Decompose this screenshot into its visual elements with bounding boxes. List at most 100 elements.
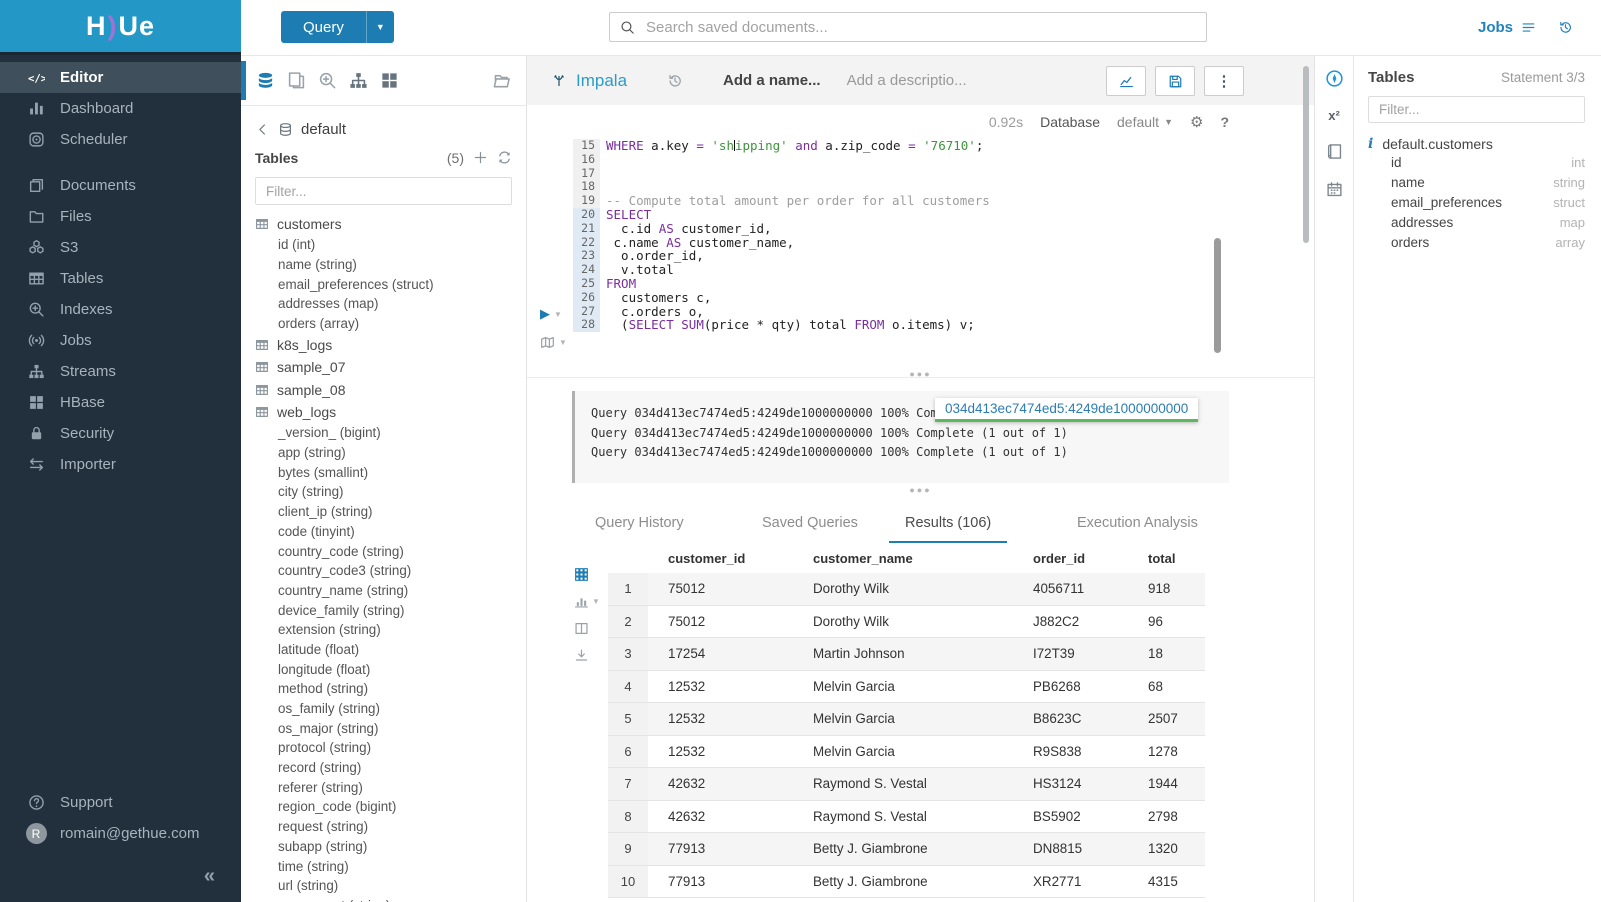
assist-column[interactable]: country_name (string) xyxy=(255,581,512,601)
right-panel-filter[interactable] xyxy=(1368,96,1585,123)
code-scrollbar[interactable] xyxy=(1214,238,1221,353)
compass-icon[interactable] xyxy=(1325,69,1344,88)
sidebar-item-editor[interactable]: </>Editor xyxy=(0,62,241,93)
results-header-total[interactable]: total xyxy=(1128,543,1205,573)
sidebar-item-tables[interactable]: Tables xyxy=(0,263,241,294)
assist-table-web_logs[interactable]: web_logs xyxy=(255,401,512,423)
assist-column[interactable]: url (string) xyxy=(255,876,512,896)
global-search[interactable] xyxy=(609,12,1207,42)
query-history-icon[interactable] xyxy=(667,73,683,89)
assist-column[interactable]: bytes (smallint) xyxy=(255,463,512,483)
assist-column[interactable]: code (tinyint) xyxy=(255,522,512,542)
results-header-customer_name[interactable]: customer_name xyxy=(793,543,1013,573)
caret-down-icon[interactable]: ▼ xyxy=(559,338,567,347)
query-dropdown-caret[interactable]: ▼ xyxy=(366,11,394,43)
assist-column[interactable]: protocol (string) xyxy=(255,738,512,758)
sidebar-item-dashboard[interactable]: Dashboard xyxy=(0,93,241,124)
sidebar-item-security[interactable]: Security xyxy=(0,418,241,449)
sitemap-icon[interactable] xyxy=(349,71,368,90)
jobs-link[interactable]: Jobs xyxy=(1478,19,1536,36)
assist-column[interactable]: subapp (string) xyxy=(255,837,512,857)
language-reference-book-icon[interactable] xyxy=(1326,143,1343,160)
assist-column[interactable]: id (int) xyxy=(255,235,512,255)
save-button[interactable] xyxy=(1155,66,1195,96)
sidebar-item-files[interactable]: Files xyxy=(0,201,241,232)
assist-column[interactable]: city (string) xyxy=(255,482,512,502)
database-select[interactable]: default▼ xyxy=(1117,114,1173,130)
assist-table-k8s_logs[interactable]: k8s_logs xyxy=(255,334,512,356)
apps-grid-icon[interactable] xyxy=(380,71,399,90)
caret-down-icon[interactable]: ▼ xyxy=(592,597,600,606)
assist-column[interactable]: user_agent (string) xyxy=(255,896,512,902)
assist-column[interactable]: latitude (float) xyxy=(255,640,512,660)
right-column-addresses[interactable]: addressesmap xyxy=(1368,213,1585,233)
right-column-name[interactable]: namestring xyxy=(1368,172,1585,192)
assist-table-sample_07[interactable]: sample_07 xyxy=(255,356,512,378)
right-column-id[interactable]: idint xyxy=(1368,152,1585,172)
resize-handle[interactable]: ●●● xyxy=(909,485,931,495)
resize-handle[interactable]: ●●● xyxy=(909,369,931,379)
settings-gear-icon[interactable]: ⚙ xyxy=(1190,113,1203,131)
query-name-field[interactable]: Add a name... xyxy=(723,72,821,89)
right-panel-filter-input[interactable] xyxy=(1377,101,1576,118)
query-button[interactable]: Query ▼ xyxy=(281,11,394,43)
sidebar-item-documents[interactable]: Documents xyxy=(0,170,241,201)
assist-column[interactable]: device_family (string) xyxy=(255,601,512,621)
assist-column[interactable]: request (string) xyxy=(255,817,512,837)
query-id-tooltip[interactable]: 034d413ec7474ed5:4249de1000000000 xyxy=(935,398,1198,422)
tab-query-history[interactable]: Query History xyxy=(579,509,700,541)
search-plus-icon[interactable] xyxy=(318,71,337,90)
assist-column[interactable]: record (string) xyxy=(255,758,512,778)
assist-column[interactable]: referer (string) xyxy=(255,778,512,798)
execute-button[interactable]: ▶ ▼ xyxy=(540,306,562,322)
engine-selector[interactable]: Impala xyxy=(551,71,627,91)
code-editor[interactable]: ▶ ▼ ▼ 1516171819202122232425262728 WHERE… xyxy=(527,139,1300,332)
functions-superscript-icon[interactable]: x² xyxy=(1328,109,1340,122)
assist-column[interactable]: addresses (map) xyxy=(255,294,512,314)
search-input[interactable] xyxy=(644,18,1196,37)
assist-column[interactable]: extension (string) xyxy=(255,620,512,640)
assist-column[interactable]: time (string) xyxy=(255,857,512,877)
right-column-orders[interactable]: ordersarray xyxy=(1368,233,1585,253)
assist-column[interactable]: os_family (string) xyxy=(255,699,512,719)
query-description-field[interactable]: Add a descriptio... xyxy=(847,72,967,89)
assist-filter[interactable] xyxy=(255,177,512,205)
bar-chart-icon[interactable] xyxy=(574,594,589,609)
assist-table-customers[interactable]: customers xyxy=(255,213,512,235)
more-actions-button[interactable]: ⋮ xyxy=(1204,66,1244,96)
assist-column[interactable]: orders (array) xyxy=(255,314,512,334)
sidebar-item-jobs[interactable]: Jobs xyxy=(0,325,241,356)
grid-view-icon[interactable] xyxy=(574,567,600,582)
columns-icon[interactable] xyxy=(574,621,600,636)
sidebar-item-user[interactable]: R romain@gethue.com xyxy=(0,818,241,849)
assist-column[interactable]: os_major (string) xyxy=(255,719,512,739)
assist-column[interactable]: name (string) xyxy=(255,255,512,275)
explain-map-button[interactable]: ▼ xyxy=(540,335,567,350)
info-icon[interactable]: i xyxy=(1368,136,1373,152)
hue-logo[interactable]: H)Ue xyxy=(0,0,241,52)
assist-column[interactable]: longitude (float) xyxy=(255,660,512,680)
sidebar-item-indexes[interactable]: Indexes xyxy=(0,294,241,325)
tab-results-106[interactable]: Results (106) xyxy=(889,509,1007,543)
tab-execution-analysis[interactable]: Execution Analysis xyxy=(1061,509,1214,541)
assist-table-sample_08[interactable]: sample_08 xyxy=(255,379,512,401)
sidebar-item-scheduler[interactable]: Scheduler xyxy=(0,124,241,155)
assist-column[interactable]: region_code (bigint) xyxy=(255,797,512,817)
schedule-calendar-icon[interactable] xyxy=(1326,181,1343,198)
caret-down-icon[interactable]: ▼ xyxy=(554,310,562,319)
collapse-sidebar-icon[interactable]: « xyxy=(204,865,215,888)
assist-database-breadcrumb[interactable]: default xyxy=(255,116,512,143)
assist-column[interactable]: country_code3 (string) xyxy=(255,561,512,581)
assist-column[interactable]: client_ip (string) xyxy=(255,502,512,522)
add-table-icon[interactable] xyxy=(473,150,488,165)
assist-column[interactable]: _version_ (bigint) xyxy=(255,423,512,443)
assist-filter-input[interactable] xyxy=(264,183,503,200)
editor-scrollbar[interactable] xyxy=(1303,66,1309,243)
sidebar-item-support[interactable]: Support xyxy=(0,787,241,818)
sidebar-item-importer[interactable]: Importer xyxy=(0,449,241,480)
tab-saved-queries[interactable]: Saved Queries xyxy=(746,509,874,541)
download-icon[interactable] xyxy=(574,648,600,663)
assist-column[interactable]: app (string) xyxy=(255,443,512,463)
sql-code[interactable]: WHERE a.key = 'shipping' and a.zip_code … xyxy=(600,139,1300,332)
assist-column[interactable]: country_code (string) xyxy=(255,542,512,562)
